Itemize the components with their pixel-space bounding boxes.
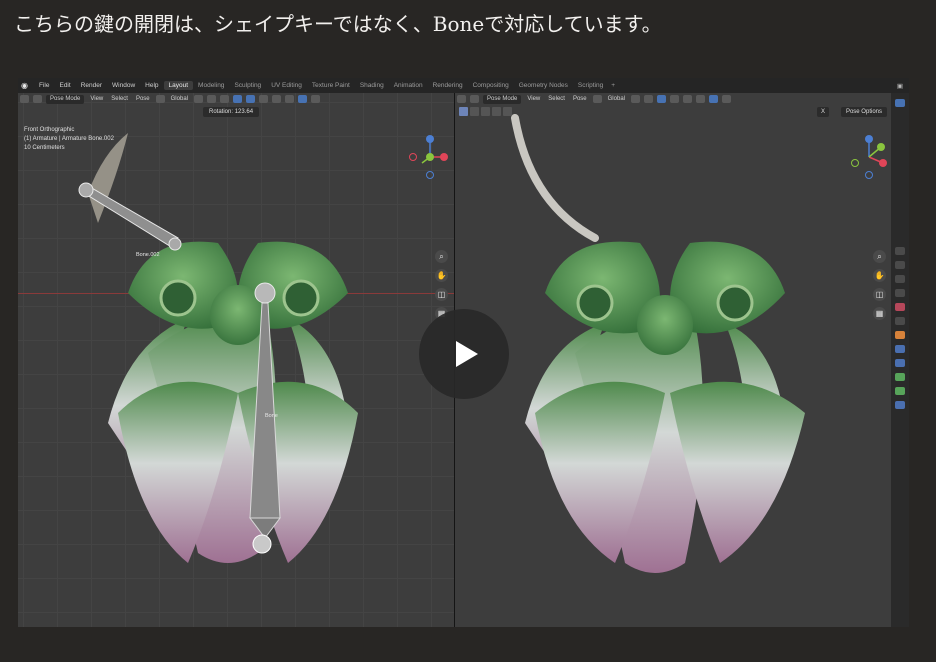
tab-layout[interactable]: Layout	[163, 81, 194, 90]
view-layer-tab-icon[interactable]	[895, 275, 905, 283]
render-tab-icon[interactable]	[895, 247, 905, 255]
tab-texture-paint[interactable]: Texture Paint	[307, 81, 355, 90]
grid-icon[interactable]: ▦	[873, 307, 886, 320]
tab-animation[interactable]: Animation	[389, 81, 428, 90]
bone-label: Bone	[265, 413, 278, 419]
play-icon	[456, 341, 478, 367]
blender-logo-icon[interactable]: ◉	[21, 81, 31, 90]
zoom-icon[interactable]: ⌕	[873, 250, 886, 263]
hand-icon[interactable]: ✋	[873, 269, 886, 282]
tab-rendering[interactable]: Rendering	[428, 81, 468, 90]
world-tab-icon[interactable]	[895, 303, 905, 311]
camera-icon[interactable]: ◫	[435, 288, 448, 301]
hand-icon[interactable]: ✋	[435, 269, 448, 282]
add-workspace-button[interactable]: +	[608, 82, 618, 89]
left-viewport[interactable]: Pose Mode View Select Pose Global Rotati…	[18, 93, 454, 627]
right-viewport[interactable]: Pose Mode View Select Pose Global X Pose…	[455, 93, 891, 627]
video-play-button[interactable]	[419, 309, 509, 399]
bone-constraint-tab-icon[interactable]	[895, 401, 905, 409]
axis-gizmo-left[interactable]	[404, 133, 454, 181]
tab-shading[interactable]: Shading	[355, 81, 389, 90]
object-tab-icon[interactable]	[895, 331, 905, 339]
collection-tab-icon[interactable]	[895, 317, 905, 325]
menu-help[interactable]: Help	[140, 82, 163, 89]
bone-002-label: Bone.002	[136, 252, 160, 258]
axis-gizmo-right[interactable]	[843, 133, 891, 181]
tab-compositing[interactable]: Compositing	[468, 81, 514, 90]
tab-modeling[interactable]: Modeling	[193, 81, 229, 90]
physics-tab-icon[interactable]	[895, 359, 905, 367]
menu-file[interactable]: File	[34, 82, 54, 89]
menu-window[interactable]: Window	[107, 82, 140, 89]
armature-data-tab-icon[interactable]	[895, 373, 905, 381]
nav-controls-right: ⌕ ✋ ◫ ▦	[873, 250, 886, 320]
top-menu-bar: ◉ File Edit Render Window Help Layout Mo…	[18, 78, 909, 93]
video-caption: こちらの鍵の開閉は、シェイプキーではなく、Boneで対応しています。	[14, 12, 662, 36]
camera-icon[interactable]: ◫	[873, 288, 886, 301]
output-tab-icon[interactable]	[895, 261, 905, 269]
modifier-tab-icon[interactable]	[895, 345, 905, 353]
scene-tab-icon[interactable]	[895, 289, 905, 297]
properties-tab-bar	[891, 93, 909, 627]
menu-render[interactable]: Render	[76, 82, 107, 89]
lotus-model-right	[511, 114, 805, 573]
scene-selector-icon[interactable]: ▣	[897, 82, 909, 90]
menu-edit[interactable]: Edit	[54, 82, 75, 89]
nav-controls-left: ⌕ ✋ ◫ ▦	[435, 250, 448, 320]
lotus-model-left	[78, 133, 358, 563]
tab-uv-editing[interactable]: UV Editing	[266, 81, 307, 90]
bone-tab-icon[interactable]	[895, 387, 905, 395]
tab-sculpting[interactable]: Sculpting	[229, 81, 266, 90]
zoom-icon[interactable]: ⌕	[435, 250, 448, 263]
tab-geometry-nodes[interactable]: Geometry Nodes	[514, 81, 573, 90]
tab-scripting[interactable]: Scripting	[573, 81, 608, 90]
tool-tab-icon[interactable]	[895, 99, 905, 107]
